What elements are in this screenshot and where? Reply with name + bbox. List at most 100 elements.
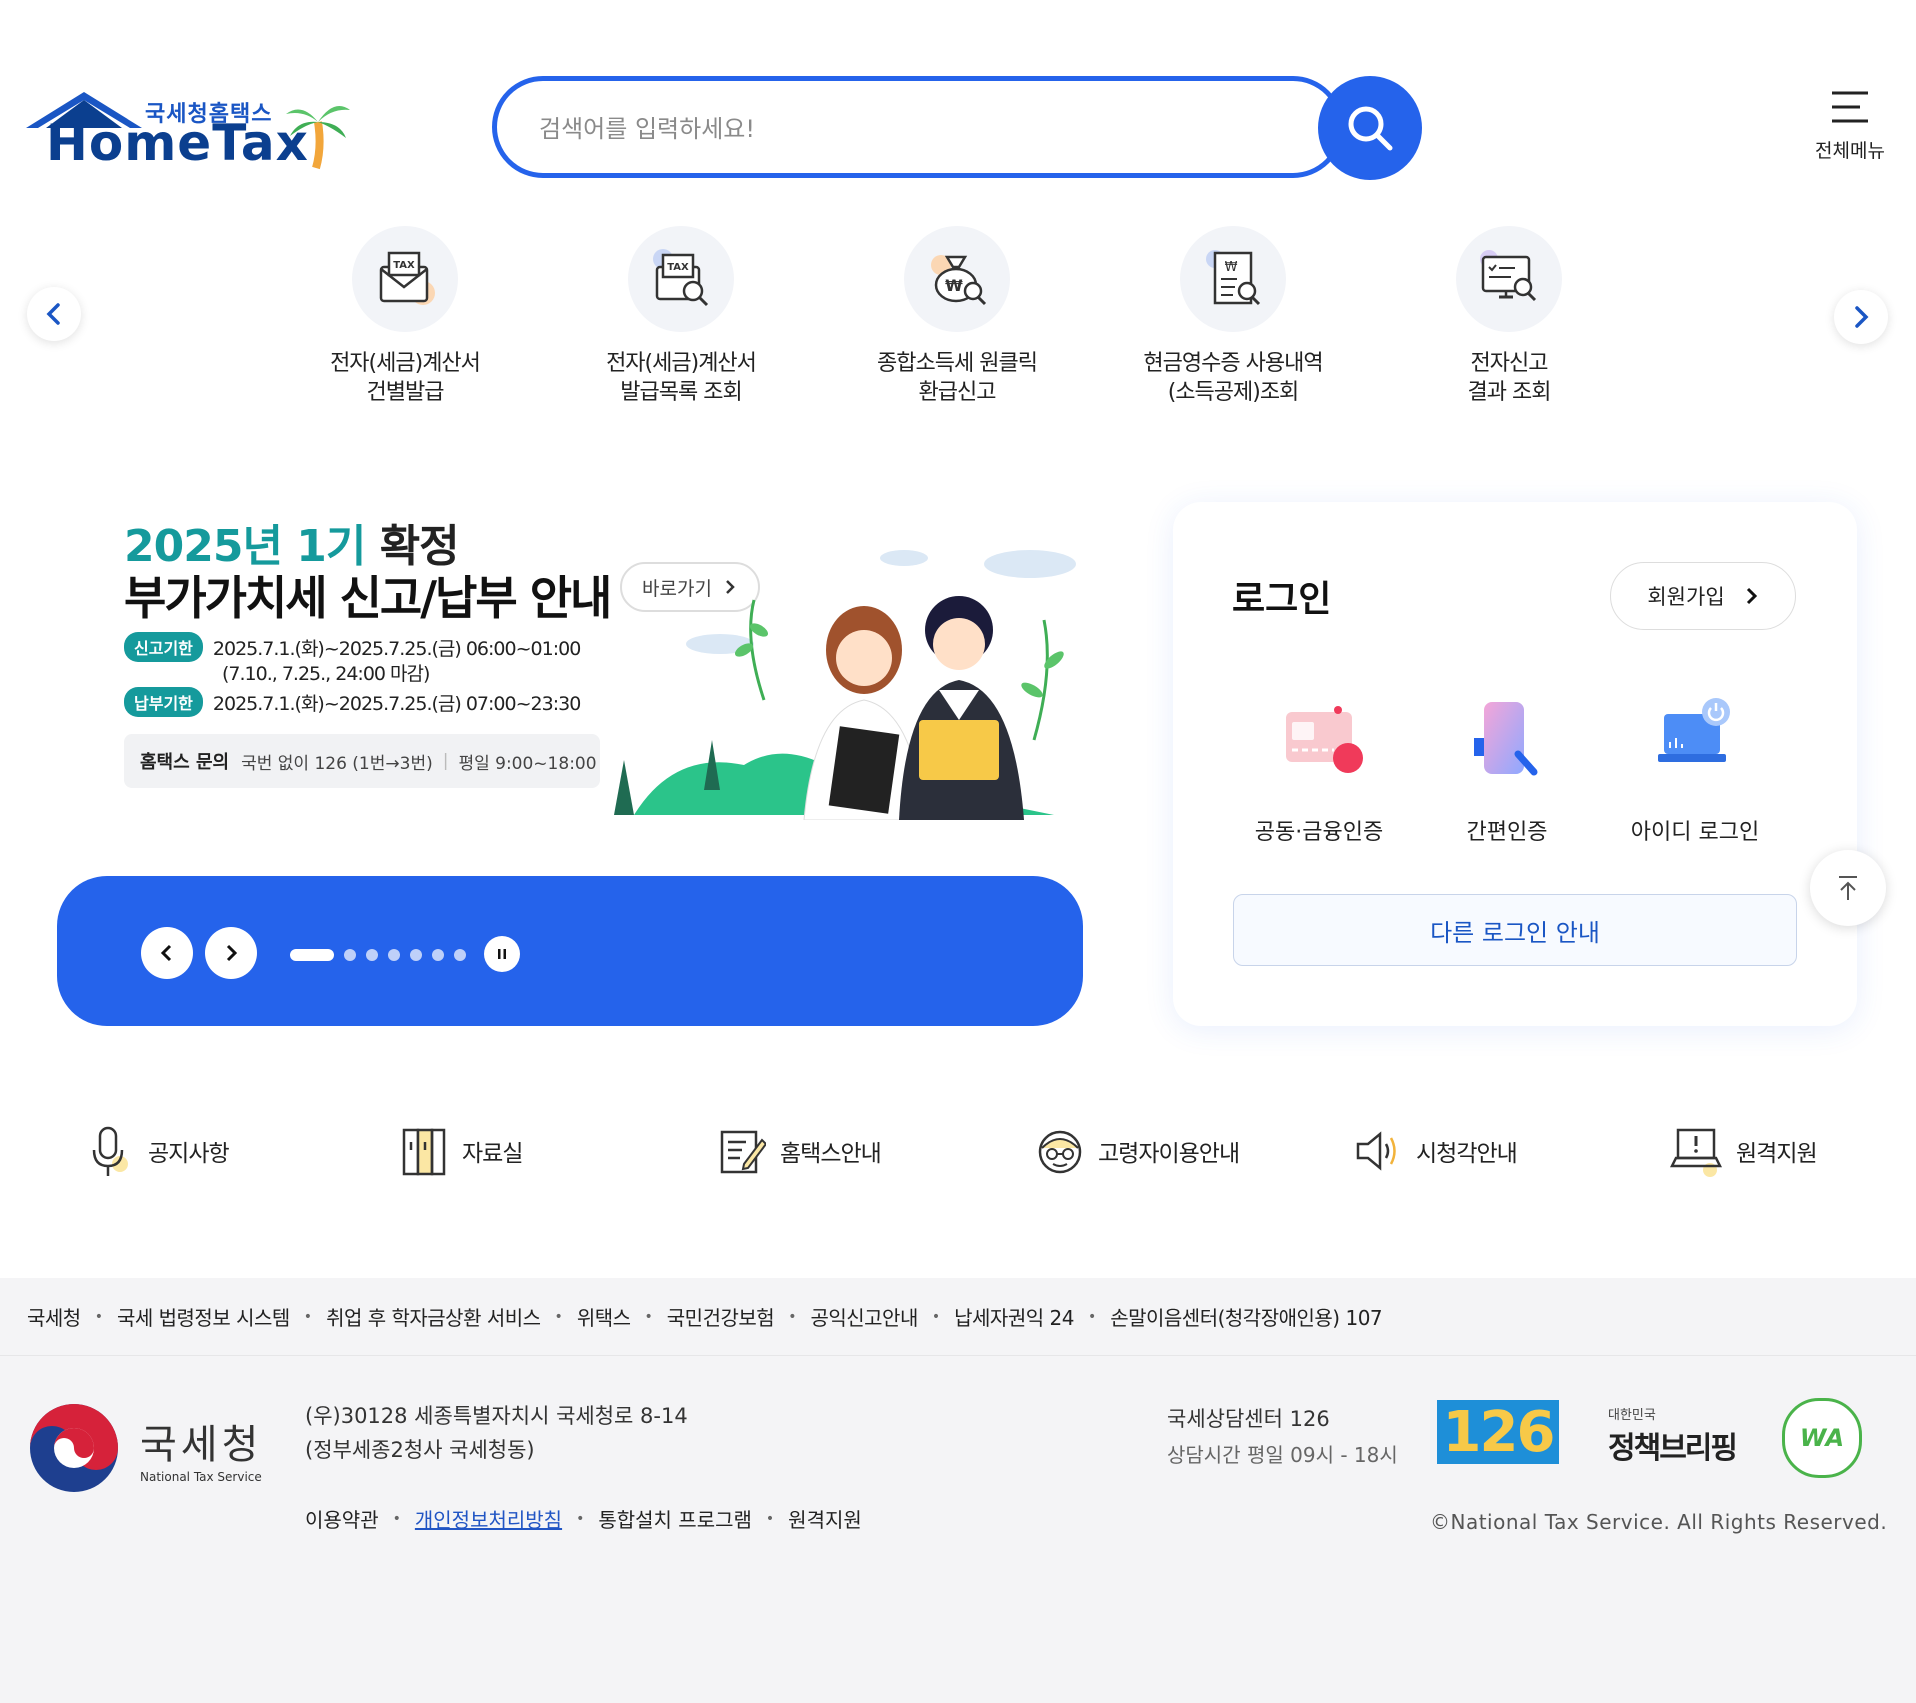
filing-note: (7.10., 7.25., 24:00 마감) (222, 663, 430, 685)
banner-title-line2: 부가가치세 신고/납부 안내 (124, 571, 612, 625)
join-label: 회원가입 (1647, 585, 1725, 609)
shortcut-label: 원격지원 (1736, 1141, 1818, 1167)
call-center-info: 국세상담센터 126 상담시간 평일 09시 - 18시 (1167, 1403, 1398, 1468)
pagination-dot[interactable] (344, 949, 356, 961)
join-button[interactable]: 회원가입 (1610, 562, 1796, 630)
search-button[interactable] (1318, 76, 1422, 180)
payment-period-row: 납부기한 2025.7.1.(화)~2025.7.25.(금) 07:00~23… (124, 687, 581, 717)
policy-briefing-logo[interactable]: 대한민국 정책브리핑 (1608, 1404, 1738, 1467)
call-center-name: 국세상담센터 126 (1167, 1407, 1330, 1431)
svg-text:₩: ₩ (1225, 260, 1238, 275)
quick-menu-next-button[interactable] (1834, 290, 1888, 344)
footer-link[interactable]: 위택스 (577, 1302, 631, 1331)
remote-support-link[interactable]: 원격지원 (788, 1504, 862, 1533)
quick-item-label: 전자(세금)계산서 (606, 351, 757, 376)
separator-dot: • (576, 1510, 585, 1527)
svg-text:TAX: TAX (393, 260, 415, 271)
scroll-top-button[interactable] (1810, 850, 1886, 926)
login-option-label: 아이디 로그인 (1630, 820, 1760, 845)
footer-link[interactable]: 납세자권익 24 (954, 1302, 1074, 1331)
pagination-dot[interactable] (432, 949, 444, 961)
pagination-dot[interactable] (290, 949, 334, 961)
microphone-icon (92, 1126, 128, 1176)
laptop-power-icon (1658, 698, 1730, 762)
pagination-dot[interactable] (410, 949, 422, 961)
footer-policy-links: 이용약관 • 개인정보처리방침 • 통합설치 프로그램 • 원격지원 (305, 1504, 862, 1533)
shortcut-notice[interactable]: 공지사항 (86, 1124, 230, 1178)
speaker-icon (1356, 1131, 1396, 1171)
footer-link[interactable]: 국세 법령정보 시스템 (117, 1302, 290, 1331)
separator-dot: • (94, 1308, 103, 1325)
shortcut-library[interactable]: 자료실 (400, 1124, 523, 1178)
badge-126[interactable]: 126 (1437, 1400, 1559, 1465)
login-option-simple[interactable]: 간편인증 (1422, 698, 1592, 846)
pagination-dot[interactable] (366, 949, 378, 961)
login-title: 로그인 (1232, 579, 1332, 620)
filing-period-row: 신고기한 2025.7.1.(화)~2025.7.25.(금) 06:00~01… (124, 632, 581, 662)
inquiry-hours: 평일 9:00~18:00 (458, 753, 597, 774)
payment-tag: 납부기한 (124, 687, 203, 717)
footer-link[interactable]: 공익신고안내 (810, 1302, 918, 1331)
inquiry-box: 홈택스 문의 국번 없이 126 (1번→3번) | 평일 9:00~18:00 (124, 734, 600, 788)
banner-pagination (290, 949, 466, 961)
nts-logo[interactable]: 국세청 National Tax Service (26, 1400, 262, 1496)
laptop-alert-icon (1670, 1128, 1722, 1177)
quick-item-e-filing-result[interactable]: 전자신고 결과 조회 (1399, 226, 1619, 407)
separator-dot: • (303, 1308, 313, 1325)
shortcut-audiovisual-guide[interactable]: 시청각안내 (1354, 1124, 1518, 1178)
quick-item-income-tax-refund[interactable]: ₩ 종합소득세 원클릭 환급신고 (847, 226, 1067, 407)
filing-period: 2025.7.1.(화)~2025.7.25.(금) 06:00~01:00 (212, 637, 581, 660)
quick-item-invoice-list[interactable]: TAX 전자(세금)계산서발급목록 조회 (571, 226, 791, 407)
filing-tag: 신고기한 (124, 632, 203, 662)
shortcut-elderly-guide[interactable]: 고령자이용안내 (1036, 1124, 1240, 1178)
full-menu-label: 전체메뉴 (1815, 140, 1885, 162)
shortcut-label: 자료실 (462, 1141, 523, 1167)
quick-item-invoice-issue[interactable]: TAX 전자(세금)계산서 건별발급 (295, 226, 515, 407)
chevron-right-icon (1746, 587, 1757, 605)
pause-icon (498, 949, 506, 959)
receipt-search-icon: ₩ (1180, 226, 1286, 332)
footer-link[interactable]: 손말이음센터(청각장애인용) 107 (1110, 1302, 1382, 1331)
shortcut-label: 공지사항 (148, 1141, 230, 1167)
address-line1: (우)30128 세종특별자치시 국세청로 8-14 (305, 1404, 688, 1428)
login-option-certificate[interactable]: 공동·금융인증 (1234, 698, 1404, 846)
quick-menu-prev-button[interactable] (27, 287, 81, 341)
login-option-id[interactable]: 아이디 로그인 (1610, 698, 1780, 846)
binder-icon (402, 1128, 446, 1176)
banner-pause-button[interactable] (484, 936, 520, 972)
quick-item-label: 전자(세금)계산서 (330, 351, 481, 376)
web-accessibility-mark[interactable]: WA (1782, 1398, 1862, 1478)
shortcut-hometax-guide[interactable]: 홈택스안내 (718, 1124, 882, 1178)
search-input[interactable] (537, 103, 1261, 155)
tax-search-icon: TAX (628, 226, 734, 332)
pagination-dot[interactable] (388, 949, 400, 961)
separator-dot: • (392, 1510, 401, 1527)
payment-period: 2025.7.1.(화)~2025.7.25.(금) 07:00~23:30 (212, 692, 581, 715)
shortcut-remote-support[interactable]: 원격지원 (1670, 1124, 1818, 1178)
terms-link[interactable]: 이용약관 (305, 1504, 379, 1533)
privacy-policy-link[interactable]: 개인정보처리방침 (415, 1504, 562, 1533)
policy-briefing-small: 대한민국 (1608, 1408, 1656, 1423)
phone-search-icon (1474, 702, 1538, 776)
quick-item-label: 환급신고 (918, 379, 997, 405)
chevron-left-icon (46, 303, 60, 325)
pagination-dot[interactable] (454, 949, 466, 961)
inquiry-phone: 국번 없이 126 (1번→3번) (241, 753, 433, 774)
footer-link[interactable]: 취업 후 학자금상환 서비스 (326, 1302, 541, 1331)
chevron-right-icon (226, 944, 238, 962)
quick-item-label: 발급목록 조회 (620, 379, 742, 405)
banner-next-button[interactable] (205, 927, 257, 979)
full-menu-button[interactable]: 전체메뉴 (1800, 90, 1900, 170)
quick-item-label: 종합소득세 원클릭 (877, 351, 1038, 376)
org-name-en: National Tax Service (140, 1470, 262, 1484)
taegeuk-icon (30, 1404, 118, 1492)
footer-link[interactable]: 국민건강보험 (667, 1302, 775, 1331)
quick-item-cash-receipt[interactable]: ₩ 현금영수증 사용내역 (소득공제)조회 (1123, 226, 1343, 407)
banner-prev-button[interactable] (141, 927, 193, 979)
quick-item-label: 결과 조회 (1467, 379, 1552, 405)
footer-link[interactable]: 국세청 (27, 1302, 81, 1331)
other-login-button[interactable]: 다른 로그인 안내 (1233, 894, 1797, 966)
install-program-link[interactable]: 통합설치 프로그램 (598, 1504, 752, 1533)
shortcut-label: 시청각안내 (1416, 1141, 1518, 1167)
elderly-face-icon (1038, 1130, 1082, 1174)
